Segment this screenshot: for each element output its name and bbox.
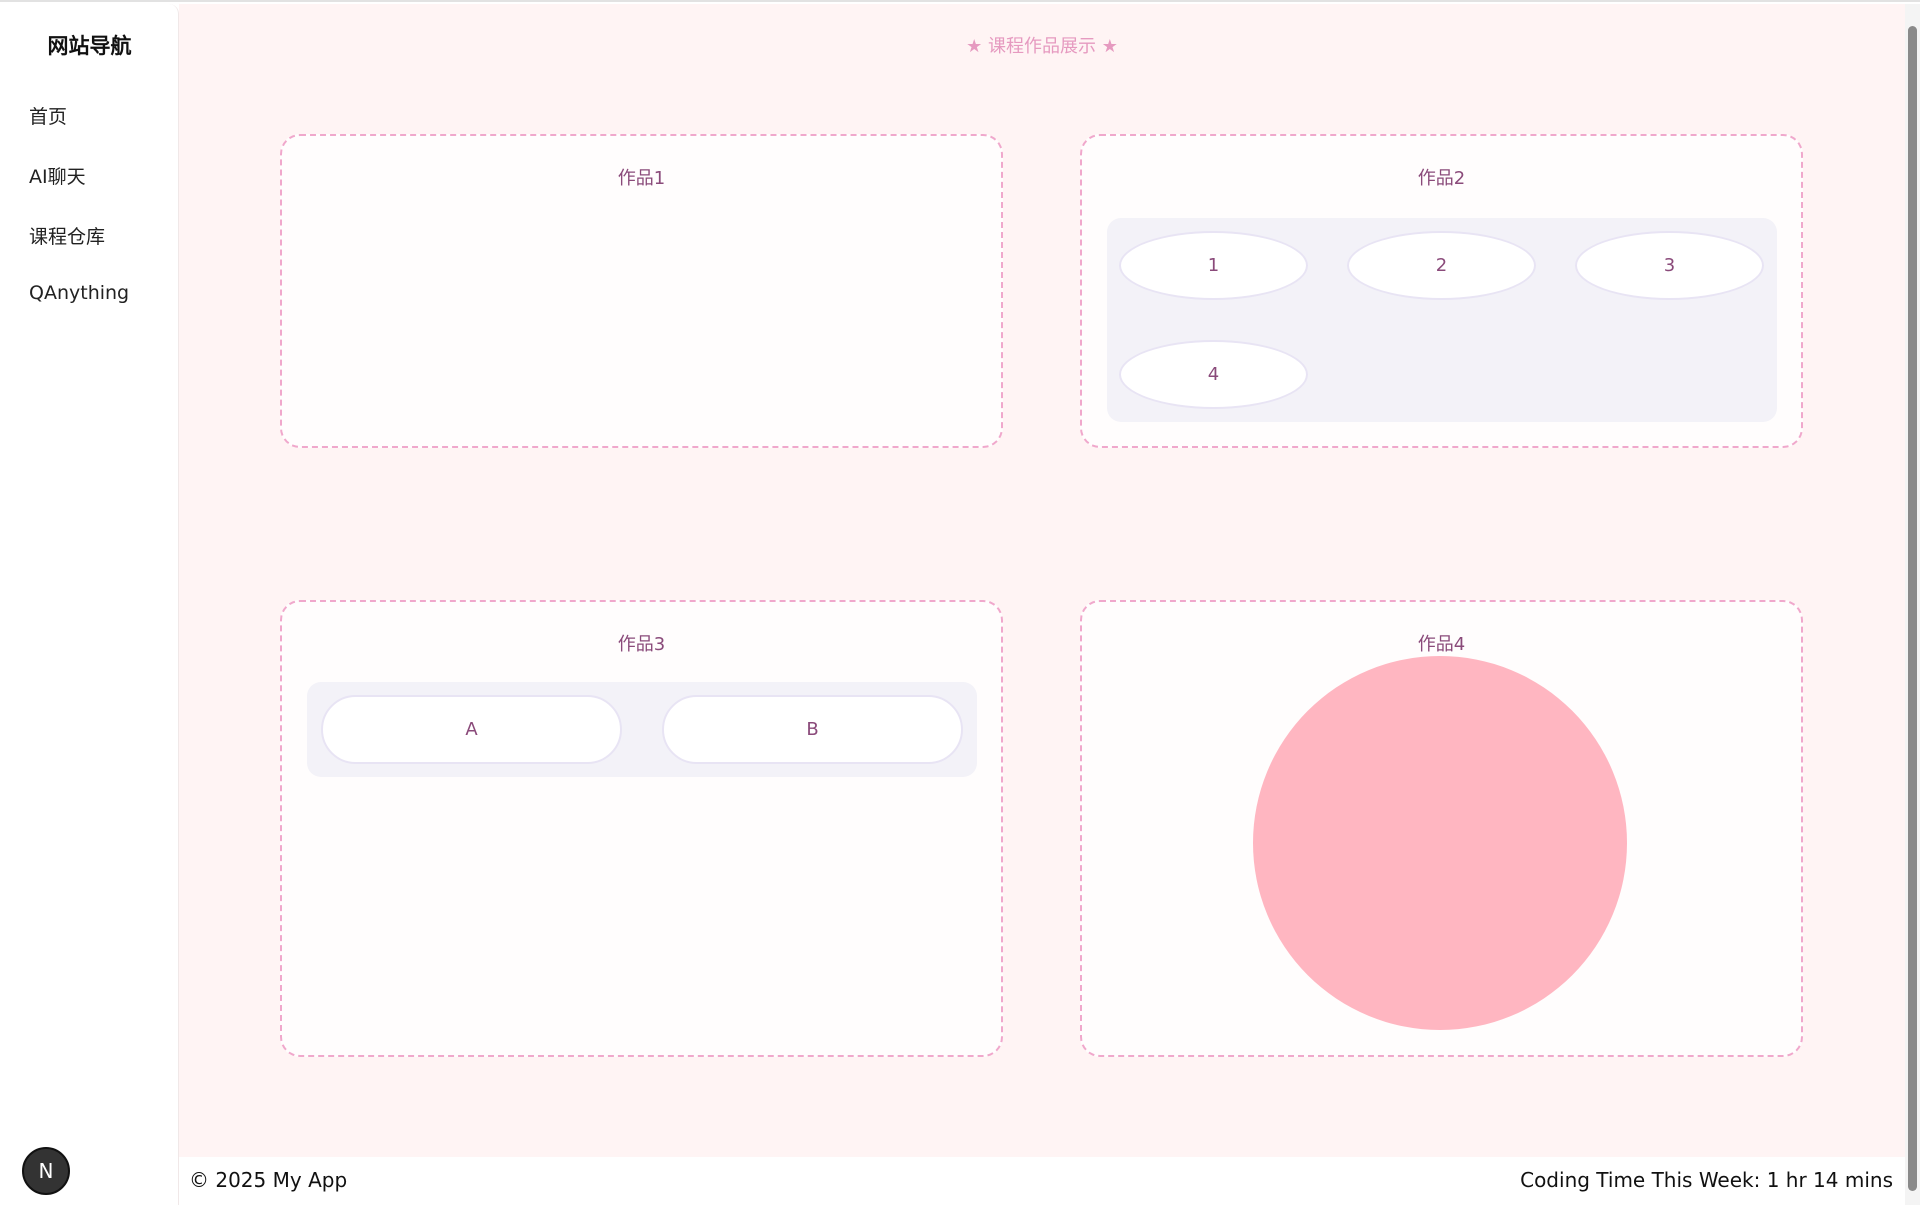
work-card-1: 作品1 bbox=[280, 134, 1003, 448]
grid-item-4[interactable]: 4 bbox=[1119, 340, 1308, 409]
page-title: ★ 课程作品展示 ★ bbox=[966, 36, 1118, 57]
pink-circle bbox=[1253, 656, 1627, 1030]
card-title: 作品2 bbox=[1417, 168, 1466, 189]
scrollbar-thumb[interactable] bbox=[1908, 26, 1917, 1191]
main-content: ★ 课程作品展示 ★ 作品1 作品2 1 2 3 4 作品3 A B 作品4 bbox=[179, 4, 1905, 1157]
avatar[interactable]: N bbox=[22, 1147, 70, 1195]
grid-item-2[interactable]: 2 bbox=[1347, 231, 1536, 300]
grid-item-1[interactable]: 1 bbox=[1119, 231, 1308, 300]
footer: © 2025 My App Coding Time This Week: 1 h… bbox=[179, 1157, 1905, 1205]
flex-item-b[interactable]: B bbox=[662, 695, 963, 764]
grid-container: 1 2 3 4 bbox=[1107, 218, 1777, 422]
grid-item-3[interactable]: 3 bbox=[1575, 231, 1764, 300]
flex-container: A B bbox=[307, 682, 977, 777]
sidebar: 网站导航 首页 AI聊天 课程仓库 QAnything N bbox=[0, 4, 179, 1205]
copyright: © 2025 My App bbox=[189, 1168, 348, 1192]
card-title: 作品3 bbox=[617, 634, 666, 655]
scrollbar[interactable] bbox=[1905, 4, 1920, 1205]
flex-item-a[interactable]: A bbox=[321, 695, 622, 764]
coding-time: Coding Time This Week: 1 hr 14 mins bbox=[1520, 1168, 1893, 1192]
card-title: 作品1 bbox=[617, 168, 666, 189]
nav-item-course-repo[interactable]: 课程仓库 bbox=[29, 222, 105, 249]
nav-item-home[interactable]: 首页 bbox=[29, 102, 67, 129]
nav-item-qanything[interactable]: QAnything bbox=[29, 282, 129, 304]
sidebar-title: 网站导航 bbox=[47, 34, 132, 58]
card-title: 作品4 bbox=[1417, 634, 1466, 655]
work-card-2: 作品2 1 2 3 4 bbox=[1080, 134, 1803, 448]
work-card-3: 作品3 A B bbox=[280, 600, 1003, 1057]
work-card-4: 作品4 bbox=[1080, 600, 1803, 1057]
nav-item-ai-chat[interactable]: AI聊天 bbox=[29, 162, 86, 189]
